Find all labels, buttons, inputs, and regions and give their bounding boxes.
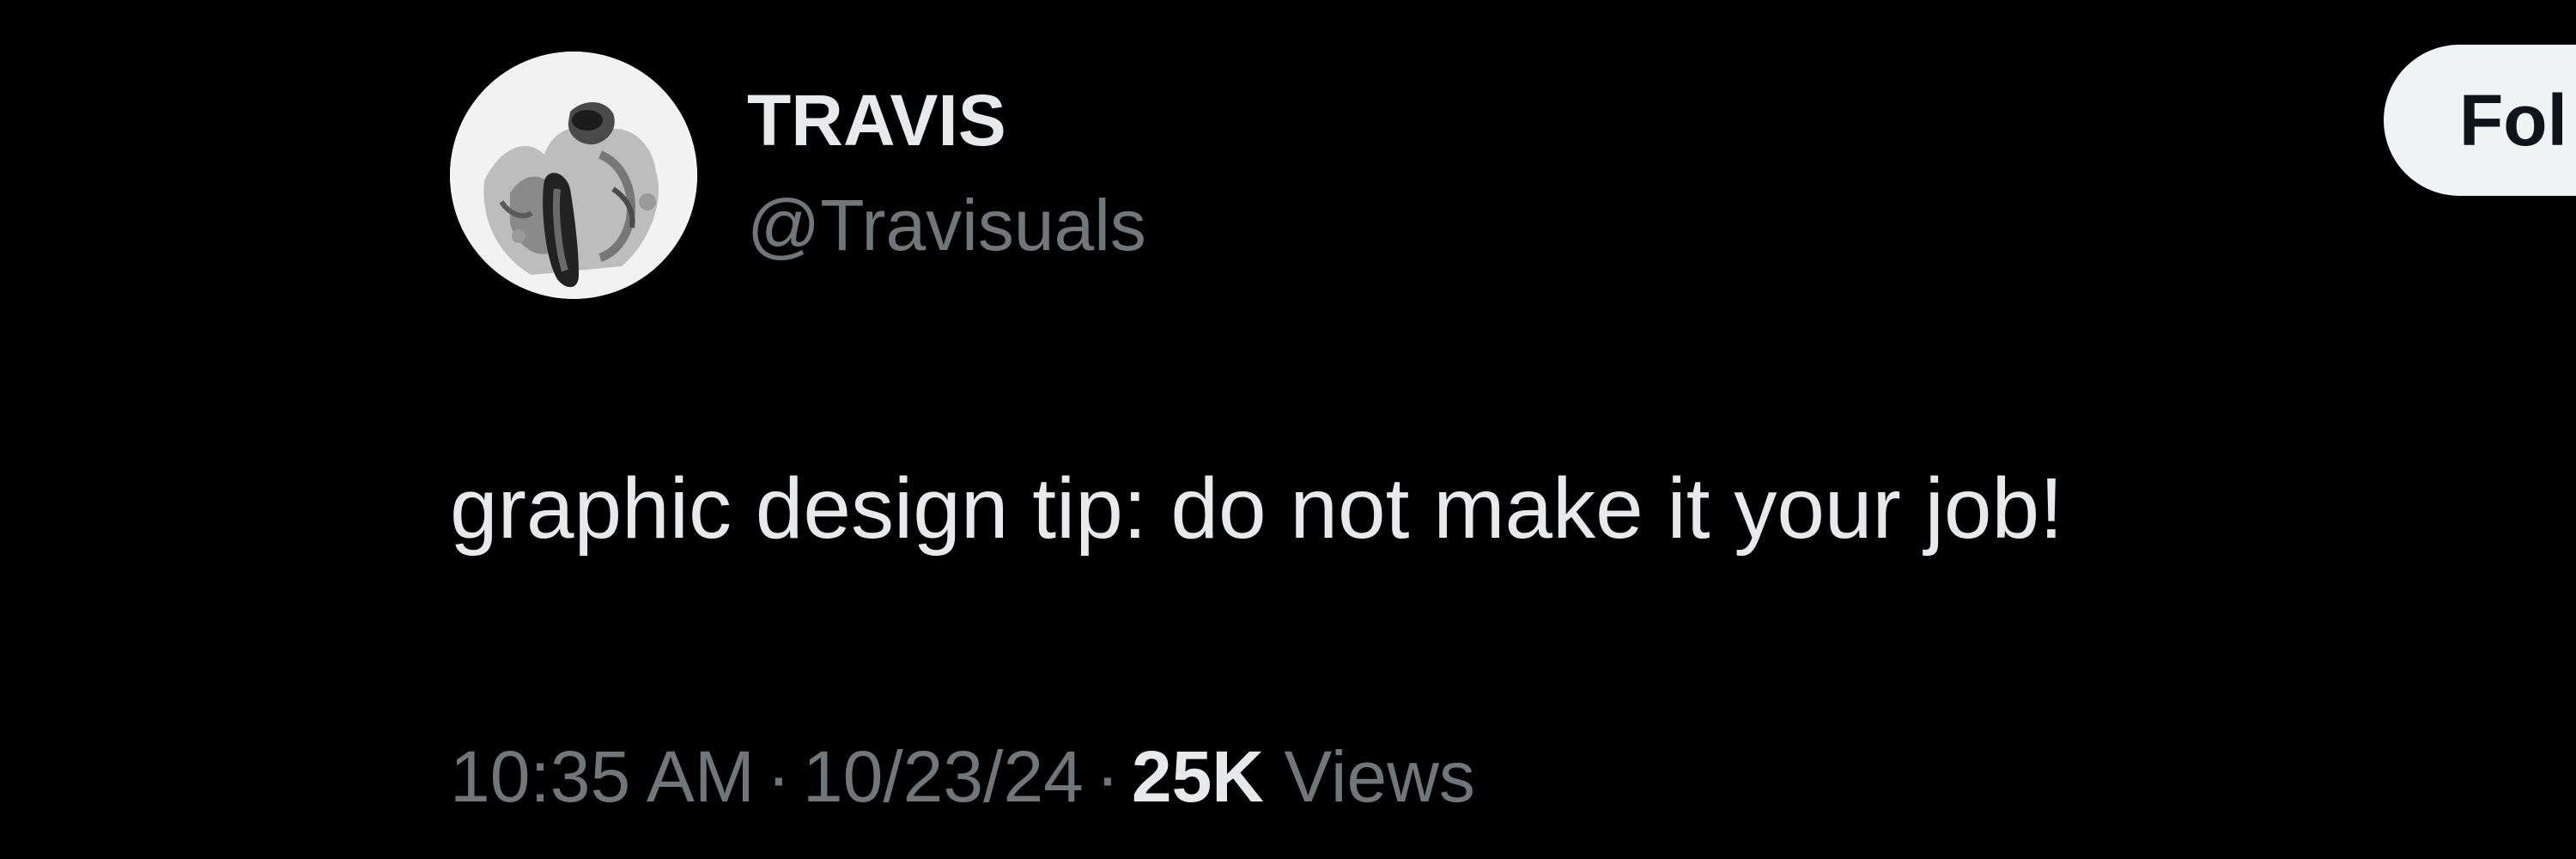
tweet-text: graphic design tip: do not make it your … xyxy=(450,460,2063,557)
meta-separator: · xyxy=(766,736,791,817)
tweet-date[interactable]: 10/23/24 xyxy=(803,736,1084,817)
avatar[interactable] xyxy=(450,52,697,299)
author-handle[interactable]: @Travisuals xyxy=(747,182,1146,268)
meta-separator: · xyxy=(1095,736,1120,817)
tweet-time[interactable]: 10:35 AM xyxy=(450,736,755,817)
follow-button[interactable]: Fol xyxy=(2384,45,2576,196)
author-display-name[interactable]: TRAVIS xyxy=(747,77,1006,163)
monochrome-figure-avatar-icon xyxy=(450,52,697,299)
views-count: 25K xyxy=(1131,736,1264,817)
tweet-meta: 10:35 AM · 10/23/24 · 25K Views xyxy=(450,734,1475,819)
views-label: Views xyxy=(1284,736,1475,817)
tweet-card: TRAVIS @Travisuals Fol graphic design ti… xyxy=(0,0,2576,859)
